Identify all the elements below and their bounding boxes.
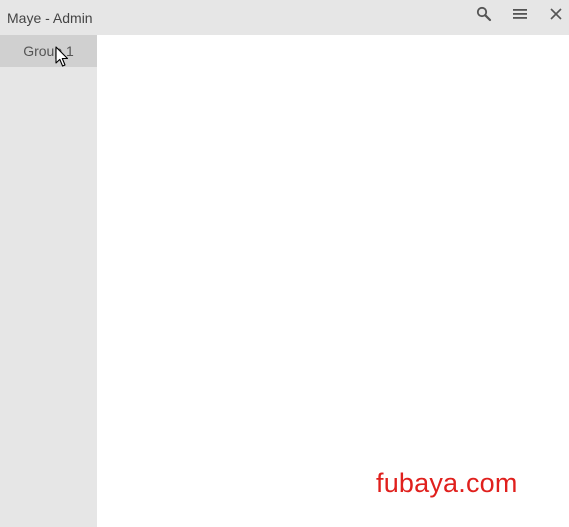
menu-button[interactable] [507,3,533,25]
watermark-text: fubaya.com [376,468,518,498]
sidebar-item-label: Group 1 [23,43,74,59]
close-button[interactable] [543,3,569,25]
sidebar: Group 1 [0,35,97,527]
search-button[interactable] [471,3,497,25]
menu-icon [513,9,527,19]
title-bar[interactable]: Maye - Admin [0,0,569,35]
close-icon [550,8,562,20]
main-content-area[interactable] [97,35,569,527]
app-window: Maye - Admin Group 1 fubaya.com [0,0,569,527]
window-title: Maye - Admin [7,10,93,26]
search-icon [476,6,492,22]
sidebar-item-group-1[interactable]: Group 1 [0,35,97,67]
